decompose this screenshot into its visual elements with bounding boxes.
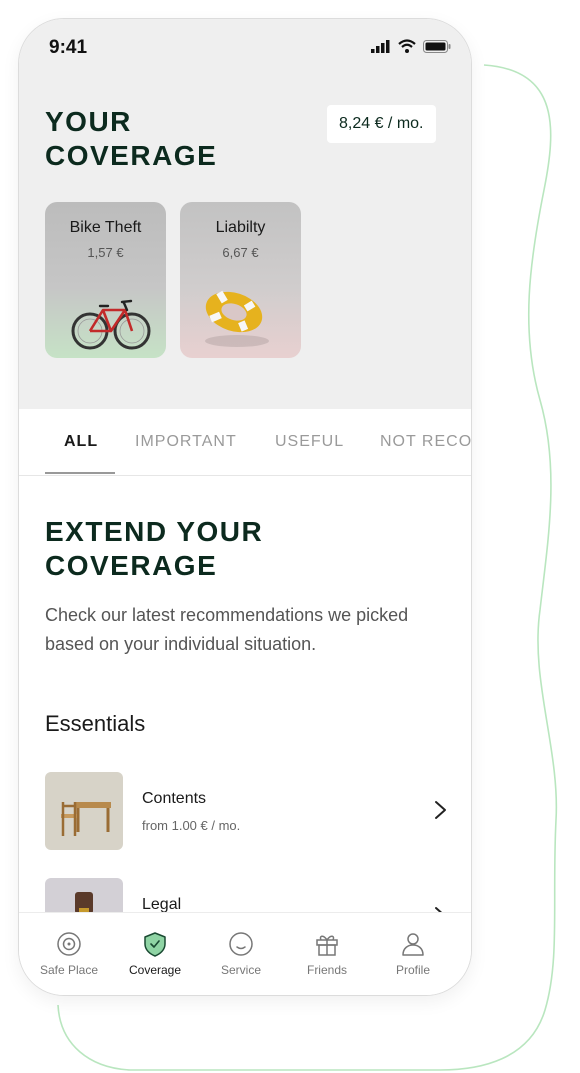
item-subtitle: from 1.00 € / mo. xyxy=(142,818,241,833)
shield-check-icon xyxy=(144,932,166,957)
coverage-title: YOUR COVERAGE xyxy=(45,105,217,173)
status-bar: 9:41 xyxy=(19,19,471,75)
nav-friends[interactable]: Friends xyxy=(284,931,370,977)
card-title: Bike Theft xyxy=(69,219,142,236)
nav-safe-place[interactable]: Safe Place xyxy=(26,931,112,977)
filter-tabs: ALL IMPORTANT USEFUL NOT RECO xyxy=(19,409,471,476)
coverage-card-bike-theft[interactable]: Bike Theft 1,57 € xyxy=(45,202,166,358)
essentials-heading: Essentials xyxy=(45,711,146,736)
smile-icon xyxy=(229,932,253,956)
nav-coverage[interactable]: Coverage xyxy=(112,931,198,977)
coverage-title-line-1: YOUR xyxy=(45,106,132,137)
person-icon xyxy=(402,933,424,956)
nav-label: Friends xyxy=(306,963,347,977)
item-title: Contents xyxy=(142,790,207,807)
total-price-badge: 8,24 € / mo. xyxy=(327,105,436,143)
card-price: 1,57 € xyxy=(87,245,124,260)
coverage-title-line-2: COVERAGE xyxy=(45,140,218,171)
extend-title-line-2: COVERAGE xyxy=(45,550,218,581)
card-price: 6,67 € xyxy=(222,245,259,260)
list-item-contents[interactable]: Contents from 1.00 € / mo. xyxy=(45,772,455,850)
extend-coverage-title: EXTEND YOUR COVERAGE xyxy=(45,515,263,583)
extend-description: Check our latest recommendations we pick… xyxy=(45,605,409,654)
tab-important[interactable]: IMPORTANT xyxy=(135,433,237,451)
gift-icon xyxy=(316,935,338,956)
nav-label: Profile xyxy=(395,963,430,977)
card-title: Liabilty xyxy=(215,219,266,236)
nav-label: Coverage xyxy=(128,963,182,977)
safe-dial-icon xyxy=(57,932,81,956)
wifi-icon xyxy=(398,39,416,53)
active-tab-indicator xyxy=(45,472,115,474)
lifebuoy-icon xyxy=(205,290,269,347)
nav-profile[interactable]: Profile xyxy=(370,931,456,977)
status-icons xyxy=(371,39,451,53)
bicycle-icon xyxy=(71,299,151,350)
bottom-navigation: Safe Place Coverage Service Friends Prof… xyxy=(19,912,471,995)
extend-title-line-1: EXTEND YOUR xyxy=(45,516,264,547)
signal-icon xyxy=(371,40,390,53)
nav-label: Service xyxy=(220,963,261,977)
battery-icon xyxy=(423,40,451,53)
nav-label: Safe Place xyxy=(39,963,99,977)
chevron-right-icon xyxy=(435,801,446,819)
coverage-card-liability[interactable]: Liabilty 6,67 € xyxy=(180,202,301,358)
tab-all[interactable]: ALL xyxy=(64,433,98,451)
nav-service[interactable]: Service xyxy=(198,931,284,977)
tab-not-recommended[interactable]: NOT RECO xyxy=(380,433,471,451)
status-time: 9:41 xyxy=(49,37,88,58)
phone-frame: 9:41 YOUR COVERAGE 8,24 € / mo. Bike The… xyxy=(18,18,472,996)
tab-useful[interactable]: USEFUL xyxy=(275,433,344,451)
furniture-thumbnail xyxy=(45,772,123,850)
coverage-hero: 9:41 YOUR COVERAGE 8,24 € / mo. Bike The… xyxy=(19,19,471,409)
